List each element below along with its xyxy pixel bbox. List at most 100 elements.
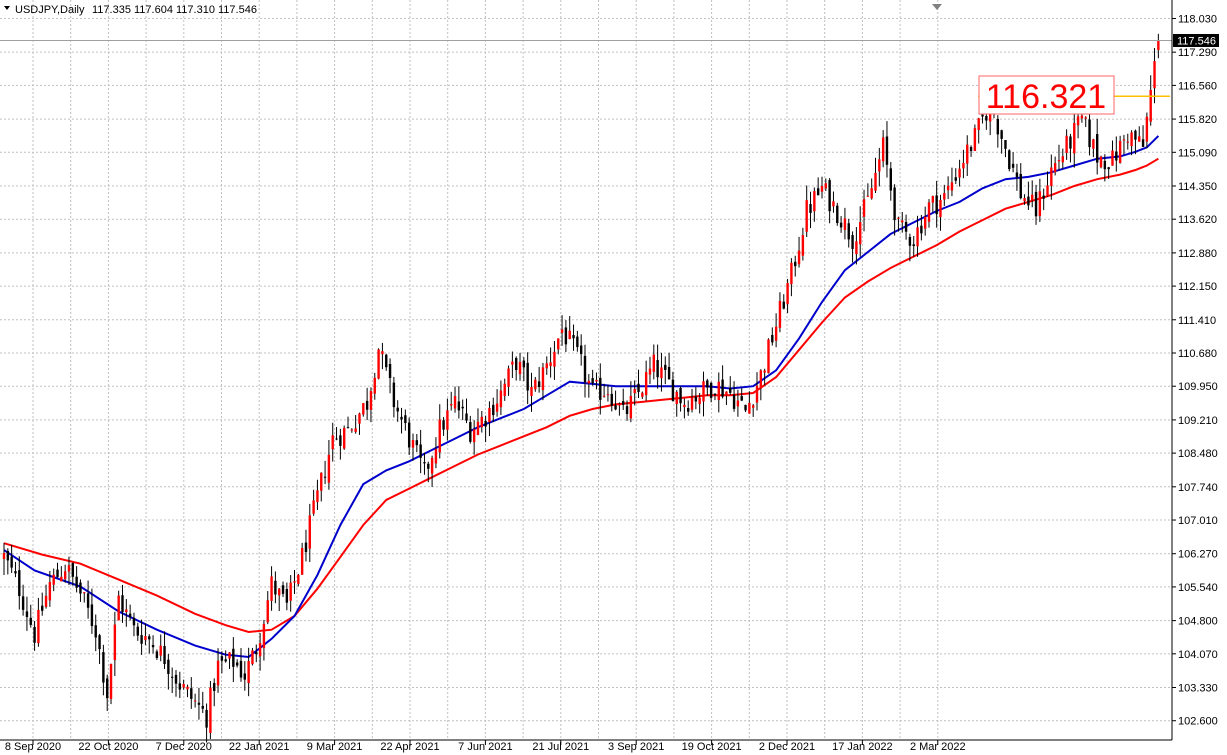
candle-body (293, 581, 296, 583)
candle-body (1015, 172, 1019, 178)
candle-body (446, 410, 449, 430)
price-tick-label: 103.330 (1178, 683, 1218, 695)
time-tick-label: 22 Jan 2021 (229, 741, 290, 753)
candle-body (683, 404, 686, 408)
candle-body (1065, 135, 1068, 153)
candle-body (461, 406, 464, 409)
candle-body (331, 435, 334, 450)
candle-body (1149, 89, 1152, 122)
candle-body (167, 659, 170, 674)
candle-body (201, 705, 204, 709)
candle-body (220, 656, 224, 661)
candle-body (1073, 122, 1076, 154)
price-tick-label: 110.680 (1178, 348, 1217, 360)
price-tick-label: 109.210 (1178, 415, 1218, 427)
price-tick-label: 104.800 (1178, 616, 1218, 628)
candle-body (484, 420, 487, 427)
candle-body (534, 379, 537, 390)
candle-body (41, 605, 44, 611)
candle-body (610, 393, 613, 406)
candle-body (679, 387, 682, 404)
candle-body (132, 617, 136, 626)
candle-body (1031, 194, 1034, 201)
candle-body (354, 428, 357, 433)
price-tick-label: 114.350 (1178, 181, 1217, 193)
candle-body (1141, 139, 1145, 147)
time-tick-label: 7 Dec 2020 (156, 741, 212, 753)
candle-body (465, 413, 468, 421)
candle-body (365, 400, 369, 410)
candle-body (10, 556, 13, 568)
candle-body (878, 159, 881, 172)
candle-body (797, 250, 801, 265)
candle-body (996, 118, 1000, 135)
candle-body (553, 351, 556, 367)
candle-body (740, 396, 743, 401)
candle-body (771, 334, 774, 343)
candle-body (660, 367, 663, 379)
candle-body (667, 366, 671, 380)
candle-body (243, 673, 247, 680)
candle-body (920, 225, 923, 234)
candle-body (859, 222, 862, 245)
candle-body (278, 588, 281, 596)
candle-body (690, 397, 694, 410)
candle-body (1023, 197, 1026, 202)
price-tick-label: 112.880 (1178, 248, 1217, 260)
candle-body (721, 379, 724, 397)
time-tick-label: 19 Oct 2021 (682, 741, 742, 753)
candle-body (37, 609, 40, 644)
ohlc-values: 117.335 117.604 117.310 117.546 (92, 4, 257, 16)
candle-body (1122, 139, 1126, 141)
candle-body (843, 218, 847, 230)
candle-body (427, 463, 430, 469)
candle-body (83, 592, 86, 594)
candle-body (763, 370, 766, 373)
price-chart[interactable]: 118.030 117.290 116.560 115.820 115.090 114.3… (0, 0, 1227, 755)
candle-body (369, 391, 373, 410)
candle-body (622, 401, 625, 405)
candle-body (415, 440, 419, 446)
candle-body (782, 301, 785, 309)
candle-body (641, 392, 644, 397)
candle-body (774, 326, 778, 341)
candle-body (258, 642, 262, 657)
candle-body (113, 624, 117, 661)
candle-body (1134, 130, 1137, 140)
candle-body (362, 403, 365, 415)
candle-body (98, 635, 101, 650)
candle-body (820, 185, 824, 192)
candle-body (583, 355, 587, 383)
candle-body (962, 162, 965, 169)
candle-body (52, 574, 55, 585)
candle-body (388, 363, 392, 378)
candle-body (289, 582, 292, 601)
candle-body (469, 422, 472, 442)
candle-body (1076, 116, 1080, 126)
candle-body (1046, 185, 1049, 197)
candle-body (1126, 141, 1129, 143)
candle-body (304, 542, 308, 553)
candle-body (954, 177, 957, 181)
candle-body (457, 401, 461, 411)
candle-body (736, 400, 740, 407)
candle-body (950, 182, 954, 191)
candle-body (381, 351, 384, 355)
candle-body (751, 405, 755, 408)
candle-body (144, 636, 147, 641)
candle-body (824, 183, 828, 189)
candle-body (476, 421, 480, 435)
candle-body (1153, 61, 1156, 89)
candle-body (656, 360, 659, 378)
candle-body (205, 709, 208, 728)
candle-body (423, 462, 426, 464)
candle-body (434, 449, 438, 464)
level-annotation[interactable]: 116.321 (978, 75, 1115, 116)
time-tick-label: 8 Sep 2020 (5, 741, 61, 753)
candle-body (851, 235, 854, 249)
candle-body (170, 676, 174, 678)
candle-body (492, 404, 495, 416)
candle-body (136, 626, 139, 636)
candle-body (1088, 119, 1091, 148)
candle-body (155, 651, 159, 658)
